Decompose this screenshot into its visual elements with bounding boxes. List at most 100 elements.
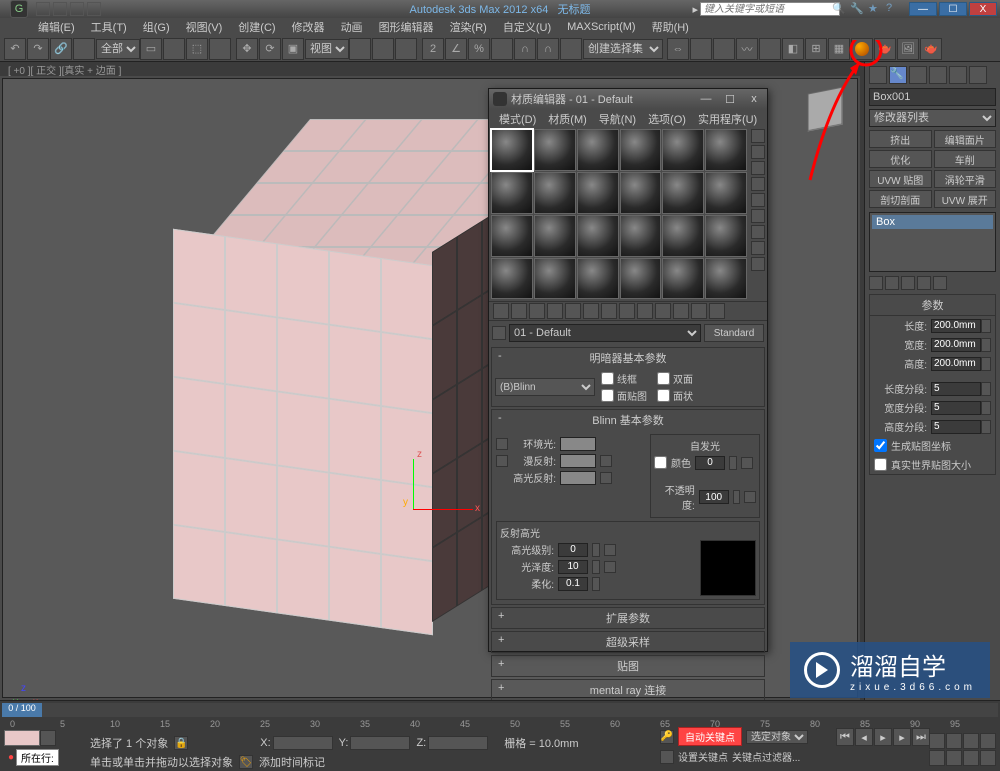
height-spinner[interactable]	[981, 357, 991, 371]
next-frame-icon[interactable]: ▸	[893, 728, 911, 746]
ref-coord[interactable]: 视图	[305, 39, 349, 59]
undo-button[interactable]: ↶	[4, 38, 26, 60]
setkey-icon[interactable]	[660, 750, 674, 764]
snap-icon2[interactable]: ∩	[537, 38, 559, 60]
tb-icon-2[interactable]: ⊞	[805, 38, 827, 60]
tb-icon-3[interactable]: ▦	[828, 38, 850, 60]
keyfilter-button[interactable]: 关键点过滤器...	[732, 749, 800, 764]
uv-tiling-icon[interactable]	[751, 177, 765, 191]
config-icon[interactable]	[933, 276, 947, 290]
video-check-icon[interactable]	[751, 193, 765, 207]
me-close[interactable]: x	[745, 92, 763, 106]
me-menu-mat[interactable]: 材质(M)	[542, 109, 593, 127]
time-slider[interactable]: 0 / 100	[2, 703, 998, 717]
modify-tab[interactable]: 🔧	[889, 66, 907, 84]
material-editor-button[interactable]	[851, 38, 873, 60]
snap-percent-button[interactable]: %	[468, 38, 490, 60]
get-mat-icon[interactable]	[493, 303, 509, 319]
faceted-check[interactable]	[657, 389, 670, 402]
btn-editface[interactable]: 编辑面片	[934, 130, 997, 148]
display-tab[interactable]	[949, 66, 967, 84]
maps-rollout[interactable]: 贴图	[491, 655, 765, 677]
quick-access[interactable]	[36, 2, 101, 16]
schematic-button[interactable]	[759, 38, 781, 60]
params-header[interactable]: 参数	[870, 295, 995, 316]
blinn-rollout-h[interactable]: Blinn 基本参数	[492, 410, 764, 430]
align-button[interactable]	[690, 38, 712, 60]
snap-icon[interactable]: ∩	[514, 38, 536, 60]
select-region-button[interactable]: ⬚	[186, 38, 208, 60]
move-button[interactable]: ✥	[236, 38, 258, 60]
menu-help[interactable]: 帮助(H)	[644, 19, 697, 35]
motion-tab[interactable]	[929, 66, 947, 84]
info-icon[interactable]: 🔍	[832, 2, 846, 16]
scale-button[interactable]: ▣	[282, 38, 304, 60]
wsegs-input[interactable]	[931, 401, 981, 415]
select-button[interactable]: ▭	[140, 38, 162, 60]
tb-icon-1[interactable]: ◧	[782, 38, 804, 60]
zoom-extents-icon[interactable]	[963, 733, 979, 749]
unlink-button[interactable]	[73, 38, 95, 60]
shader-rollout-h[interactable]: 明暗器基本参数	[492, 348, 764, 368]
diffuse-lock[interactable]	[496, 455, 508, 467]
width-spinner[interactable]	[981, 338, 991, 352]
width-input[interactable]	[931, 338, 981, 352]
play-icon[interactable]: ▸	[874, 728, 892, 746]
make-unique-icon[interactable]	[901, 276, 915, 290]
wire-check[interactable]	[601, 372, 614, 385]
pan-icon[interactable]	[929, 750, 945, 766]
keyboard-button[interactable]	[395, 38, 417, 60]
maximize-icon[interactable]	[980, 750, 996, 766]
walk-icon[interactable]	[946, 750, 962, 766]
opacity-val[interactable]	[699, 490, 729, 504]
menu-maxscript[interactable]: MAXScript(M)	[559, 21, 643, 33]
btn-extrude[interactable]: 挤出	[869, 130, 932, 148]
orbit-icon[interactable]	[963, 750, 979, 766]
help-search[interactable]: ▸	[692, 2, 840, 16]
lock-button[interactable]: 🔒	[174, 736, 188, 750]
menu-edit[interactable]: 编辑(E)	[30, 19, 83, 35]
remove-mod-icon[interactable]	[917, 276, 931, 290]
render-frame-button[interactable]: 🖼	[897, 38, 919, 60]
mat-type-button[interactable]: Standard	[704, 324, 764, 342]
btn-uvwmap[interactable]: UVW 贴图	[869, 170, 932, 188]
btn-lathe[interactable]: 车削	[934, 150, 997, 168]
render-setup-button[interactable]: 🫖	[874, 38, 896, 60]
mirror-button[interactable]: ⇔	[667, 38, 689, 60]
maximize-button[interactable]: ☐	[939, 2, 967, 16]
height-input[interactable]	[931, 357, 981, 371]
realworld-check[interactable]	[874, 458, 887, 471]
window-crossing-button[interactable]	[209, 38, 231, 60]
x-coord[interactable]	[273, 736, 333, 750]
link-button[interactable]: 🔗	[50, 38, 72, 60]
modifier-stack[interactable]: Box	[869, 212, 996, 272]
close-button[interactable]: X	[969, 2, 997, 16]
menu-graph[interactable]: 图形编辑器	[371, 19, 442, 35]
pick-mat-icon[interactable]	[492, 326, 506, 340]
render-button[interactable]: 🫖	[920, 38, 942, 60]
hsegs-input[interactable]	[931, 420, 981, 434]
rotate-button[interactable]: ⟳	[259, 38, 281, 60]
zoom-icon[interactable]	[929, 733, 945, 749]
menu-tools[interactable]: 工具(T)	[83, 19, 135, 35]
length-spinner[interactable]	[981, 319, 991, 333]
2sided-check[interactable]	[657, 372, 670, 385]
mat-name-field[interactable]: 01 - Default	[509, 324, 701, 342]
menu-modifiers[interactable]: 修改器	[284, 19, 333, 35]
speclevel-val[interactable]	[558, 543, 588, 557]
redo-button[interactable]: ↷	[27, 38, 49, 60]
zoom-all-icon[interactable]	[946, 733, 962, 749]
setkey-button[interactable]: 设置关键点	[678, 749, 728, 764]
view-cube[interactable]	[800, 84, 850, 134]
gloss-val[interactable]	[558, 560, 588, 574]
btn-slice[interactable]: 剖切剖面	[869, 190, 932, 208]
manip-button[interactable]	[372, 38, 394, 60]
soften-val[interactable]	[558, 577, 588, 591]
options-icon[interactable]	[751, 225, 765, 239]
prev-frame-icon[interactable]: ◂	[855, 728, 873, 746]
select-name-button[interactable]	[163, 38, 185, 60]
z-coord[interactable]	[428, 736, 488, 750]
background-icon[interactable]	[751, 161, 765, 175]
lsegs-input[interactable]	[931, 382, 981, 396]
menu-anim[interactable]: 动画	[333, 19, 371, 35]
